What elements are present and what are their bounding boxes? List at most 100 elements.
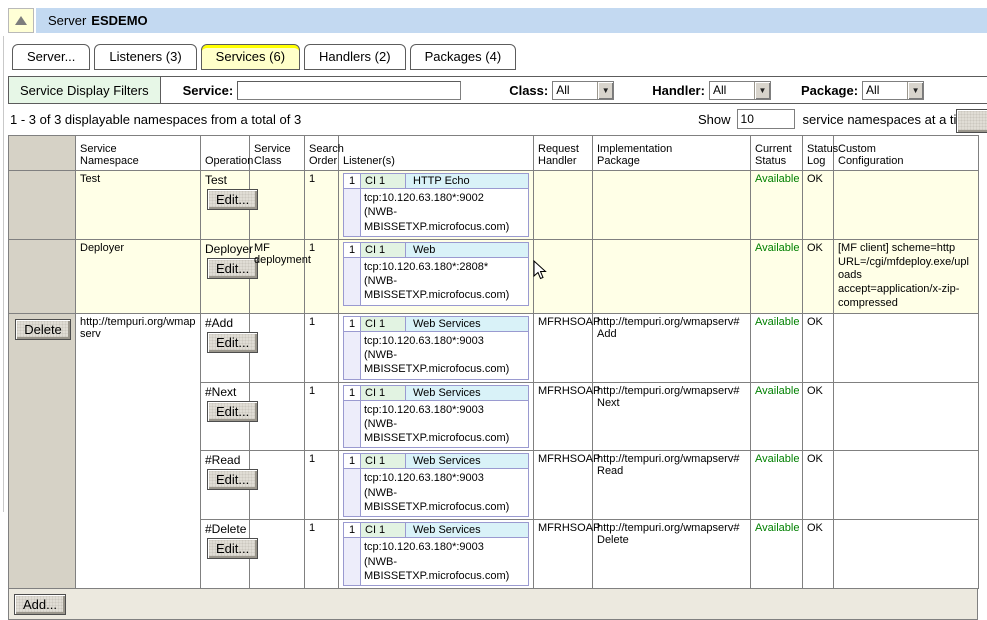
listener-name: Web Services <box>406 317 528 332</box>
status-log-cell: OK <box>803 451 834 520</box>
handler-filter-select[interactable]: All ▼ <box>709 81 771 100</box>
row-actions-cell <box>9 239 76 313</box>
listener-gutter <box>344 332 361 379</box>
tab-packages-4[interactable]: Packages (4) <box>410 44 517 70</box>
edit-button[interactable]: Edit... <box>207 258 258 279</box>
row-actions-cell <box>9 171 76 240</box>
listener-cell: 1CI 1HTTP Echotcp:10.120.63.180*:9002(NW… <box>339 171 534 240</box>
status-log-cell: OK <box>803 520 834 589</box>
tab-listeners-3[interactable]: Listeners (3) <box>94 44 196 70</box>
column-header-operation: Operation <box>201 136 250 171</box>
listener-index: 1 <box>344 454 361 469</box>
edit-button[interactable]: Edit... <box>207 469 258 490</box>
listener-index: 1 <box>344 174 361 189</box>
custom-config-cell <box>834 382 979 451</box>
triangle-up-icon <box>15 16 27 25</box>
show-count-input[interactable] <box>737 109 795 129</box>
listener-gutter <box>344 258 361 305</box>
listener-address: tcp:10.120.63.180*:2808* <box>364 260 525 274</box>
edit-button[interactable]: Edit... <box>207 401 258 422</box>
listener-host: (NWB-MBISSETXP.microfocus.com) <box>364 205 525 234</box>
listener-name: HTTP Echo <box>406 174 528 189</box>
edit-button[interactable]: Edit... <box>207 538 258 559</box>
show-count-group: Show service namespaces at a time <box>698 109 975 129</box>
class-filter-value: All <box>553 83 597 97</box>
status-log-cell: OK <box>803 171 834 240</box>
services-table: Service NamespaceOperationService ClassS… <box>8 135 979 589</box>
page: Server ESDEMO Server...Listeners (3)Serv… <box>8 8 987 620</box>
listener-endpoint: tcp:10.120.63.180*:9003(NWB-MBISSETXP.mi… <box>361 469 528 516</box>
status-log-cell: OK <box>803 313 834 382</box>
show-apply-button[interactable] <box>956 109 987 133</box>
package-filter-select[interactable]: All ▼ <box>862 81 924 100</box>
listener-index: 1 <box>344 317 361 332</box>
service-filter-input[interactable] <box>237 81 461 100</box>
tab-server[interactable]: Server... <box>12 44 90 70</box>
listener-name: Web Services <box>406 523 528 538</box>
listener-conversation: CI 1 <box>361 454 406 469</box>
implementation-package-cell: http://tempuri.org/wmapserv#Read <box>593 451 751 520</box>
operation-cell: TestEdit... <box>201 171 250 240</box>
listener-box: 1CI 1HTTP Echotcp:10.120.63.180*:9002(NW… <box>343 173 529 237</box>
status-log-cell: OK <box>803 382 834 451</box>
add-button[interactable]: Add... <box>14 594 66 615</box>
listener-conversation: CI 1 <box>361 386 406 401</box>
current-status-cell: Available <box>751 451 803 520</box>
listener-cell: 1CI 1Web Servicestcp:10.120.63.180*:9003… <box>339 382 534 451</box>
listener-box: 1CI 1Web Servicestcp:10.120.63.180*:9003… <box>343 316 529 380</box>
delete-button[interactable]: Delete <box>15 319 71 340</box>
listener-gutter <box>344 189 361 236</box>
column-header-current-status: Current Status <box>751 136 803 171</box>
request-handler-cell: MFRHSOAP <box>534 451 593 520</box>
listener-index: 1 <box>344 386 361 401</box>
show-label: Show <box>698 112 731 127</box>
table-row: DeployerDeployerEdit...MF deployment11CI… <box>9 239 979 313</box>
listener-conversation: CI 1 <box>361 243 406 258</box>
listener-cell: 1CI 1Webtcp:10.120.63.180*:2808*(NWB-MBI… <box>339 239 534 313</box>
table-header-row: Service NamespaceOperationService ClassS… <box>9 136 979 171</box>
server-name: ESDEMO <box>91 13 147 28</box>
operation-cell: DeployerEdit... <box>201 239 250 313</box>
tab-handlers-2[interactable]: Handlers (2) <box>304 44 406 70</box>
listener-address: tcp:10.120.63.180*:9003 <box>364 540 525 554</box>
search-order-cell: 1 <box>305 171 339 240</box>
listener-index: 1 <box>344 243 361 258</box>
edit-button[interactable]: Edit... <box>207 332 258 353</box>
request-handler-cell <box>534 171 593 240</box>
server-title-prefix: Server <box>48 13 86 28</box>
listener-host: (NWB-MBISSETXP.microfocus.com) <box>364 417 525 446</box>
listener-box: 1CI 1Webtcp:10.120.63.180*:2808*(NWB-MBI… <box>343 242 529 306</box>
class-filter-select[interactable]: All ▼ <box>552 81 614 100</box>
package-filter-value: All <box>863 83 907 97</box>
service-filter-label: Service: <box>183 83 234 98</box>
implementation-package-cell <box>593 239 751 313</box>
tab-bar: Server...Listeners (3)Services (6)Handle… <box>8 44 987 70</box>
listener-address: tcp:10.120.63.180*:9003 <box>364 403 525 417</box>
listener-endpoint: tcp:10.120.63.180*:9002(NWB-MBISSETXP.mi… <box>361 189 528 236</box>
services-table-body: TestTestEdit...11CI 1HTTP Echotcp:10.120… <box>9 171 979 589</box>
namespace-cell: Deployer <box>76 239 201 313</box>
listener-box: 1CI 1Web Servicestcp:10.120.63.180*:9003… <box>343 385 529 449</box>
listener-endpoint: tcp:10.120.63.180*:9003(NWB-MBISSETXP.mi… <box>361 401 528 448</box>
column-header-status-log: Status Log <box>803 136 834 171</box>
edit-button[interactable]: Edit... <box>207 189 258 210</box>
listener-address: tcp:10.120.63.180*:9002 <box>364 191 525 205</box>
collapse-toggle[interactable] <box>8 8 34 33</box>
listener-gutter <box>344 401 361 448</box>
table-footer: Add... <box>8 589 978 620</box>
current-status-cell: Available <box>751 382 803 451</box>
operation-cell: #DeleteEdit... <box>201 520 250 589</box>
search-order-cell: 1 <box>305 239 339 313</box>
column-header-listener-s: Listener(s) <box>339 136 534 171</box>
listener-gutter <box>344 469 361 516</box>
search-order-cell: 1 <box>305 520 339 589</box>
table-row: Deletehttp://tempuri.org/wmapserv#AddEdi… <box>9 313 979 382</box>
column-header-search-order: Search Order <box>305 136 339 171</box>
listener-name: Web Services <box>406 454 528 469</box>
operation-label: Test <box>205 173 245 187</box>
tab-services-6[interactable]: Services (6) <box>201 44 300 70</box>
search-order-cell: 1 <box>305 382 339 451</box>
listener-cell: 1CI 1Web Servicestcp:10.120.63.180*:9003… <box>339 451 534 520</box>
listener-conversation: CI 1 <box>361 317 406 332</box>
current-status-cell: Available <box>751 313 803 382</box>
